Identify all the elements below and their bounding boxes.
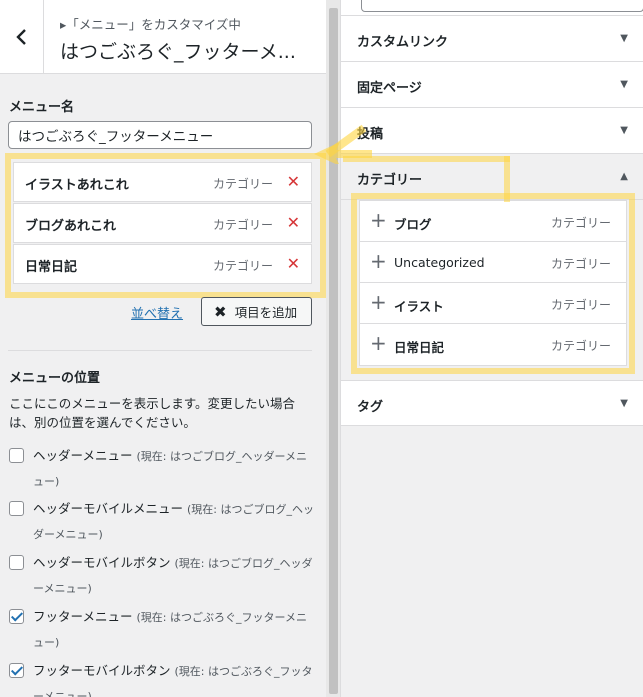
caret-down-icon: ▼ [620,125,628,136]
scrollbar-thumb[interactable] [329,8,338,694]
divider [8,350,312,351]
remove-icon[interactable]: ✕ [287,254,300,273]
reorder-link[interactable]: 並べ替え [131,303,183,322]
section-custom-link[interactable]: カスタムリンク ▼ [341,16,643,62]
breadcrumb: ▸「メニュー」をカスタマイズ中 [60,17,241,32]
page-title: はつごぶろぐ_フッターメ... [60,41,296,63]
checkbox[interactable] [9,501,24,516]
menu-location-label: メニューの位置 [9,371,101,386]
section-label: タグ [357,400,384,415]
back-button[interactable] [0,0,44,74]
section-tags[interactable]: タグ ▼ [341,380,643,426]
location-name: フッターメニュー [33,609,133,624]
section-label: カスタムリンク [357,35,449,50]
checkbox-checked[interactable] [9,663,24,678]
menu-item[interactable]: 日常日記 カテゴリー ✕ [13,244,312,284]
scrollbar[interactable] [326,0,340,697]
section-label: カテゴリー [357,173,423,188]
add-item-label: 項目を追加 [234,305,298,320]
menu-item-title: ブログあれこれ [25,219,117,234]
menu-item-title: イラストあれこれ [25,178,129,193]
arrow-left-icon [314,124,372,164]
location-name: ヘッダーメニュー [33,448,133,463]
menu-item-list: イラストあれこれ カテゴリー ✕ ブログあれこれ カテゴリー ✕ 日常日記 カテ… [13,162,312,285]
chevron-left-icon [15,29,26,45]
search-bar-area [341,0,643,16]
section-posts[interactable]: 投稿 ▼ [341,108,643,154]
menu-item-title: 日常日記 [25,260,78,275]
caret-down-icon: ▼ [620,33,628,44]
remove-icon[interactable]: ✕ [287,172,300,191]
panel-header: ▸「メニュー」をカスタマイズ中 はつごぶろぐ_フッターメ... [0,0,326,74]
menu-location-description: ここにこのメニューを表示します。変更したい場合は、別の位置を選んでください。 [9,396,296,430]
menu-name-input[interactable] [8,121,312,149]
section-pages[interactable]: 固定ページ ▼ [341,62,643,108]
search-input[interactable] [361,0,643,12]
menu-item-type: カテゴリー [212,259,273,273]
checkbox-checked[interactable] [9,609,24,624]
caret-down-icon: ▼ [620,398,628,409]
checkbox[interactable] [9,555,24,570]
location-name: ヘッダーモバイルボタン [33,555,171,570]
customizer-left-panel: ▸「メニュー」をカスタマイズ中 はつごぶろぐ_フッターメ... メニュー名 イラ… [0,0,326,697]
add-item-button[interactable]: ✖ 項目を追加 [201,297,312,326]
add-items-panel: カスタムリンク ▼ 固定ページ ▼ 投稿 ▼ カテゴリー ▲ + ブログ カテゴ… [340,0,643,697]
close-icon: ✖ [214,302,227,321]
menu-item-type: カテゴリー [212,177,273,191]
caret-up-icon: ▲ [620,171,628,182]
highlight-box [351,193,635,374]
remove-icon[interactable]: ✕ [287,213,300,232]
menu-item-type: カテゴリー [212,218,273,232]
checkbox[interactable] [9,448,24,463]
caret-down-icon: ▼ [620,79,628,90]
menu-item[interactable]: イラストあれこれ カテゴリー ✕ [13,162,312,202]
location-name: ヘッダーモバイルメニュー [33,501,184,516]
location-name: フッターモバイルボタン [33,663,171,678]
section-label: 固定ページ [357,81,422,96]
menu-name-label: メニュー名 [9,100,75,115]
menu-item[interactable]: ブログあれこれ カテゴリー ✕ [13,203,312,243]
